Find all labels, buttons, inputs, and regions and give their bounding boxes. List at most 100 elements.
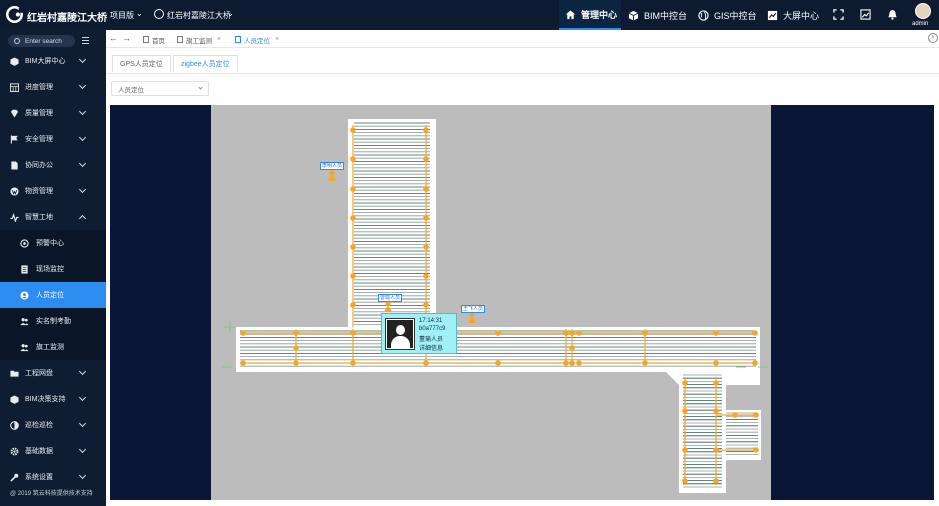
sidebar-item-label: 安全管理 [25,136,53,143]
bell-icon[interactable] [887,9,898,20]
tab-personnel-location[interactable]: 人员定位 × [231,32,284,47]
cube-icon [10,394,19,404]
search-icon [14,38,20,44]
nav-management-center[interactable]: 管理中心 [559,0,621,30]
sidebar-item-label: 进度管理 [25,84,53,91]
nav-label: GIS中控台 [714,10,757,21]
nav-bim-console[interactable]: BIM中控台 [628,0,687,30]
chevron-down-icon [78,419,87,428]
wrench-icon [10,473,19,482]
copyright-text: @ 2019 筑云科技提供技术支持 [10,491,93,497]
tab-label: 首页 [152,37,165,45]
person-marker-label[interactable]: 王飞人员 [461,305,486,313]
sidebar: Enter search BIM大屏中心 进度管理 质量管理 安全管理 协同办公… [0,30,106,506]
person-info-popup[interactable]: 17:14:31 b0a777c9 董瑜人员 详细信息 [381,313,457,354]
sidebar-item-quality[interactable]: 质量管理 [0,100,106,126]
sidebar-item-collab[interactable]: 协同办公 [0,152,106,178]
sidebar-subitem-worker-monitor[interactable]: 旗工监测 [0,334,106,360]
nav-big-screen-center[interactable]: 大屏中心 [767,0,819,30]
gear-icon [10,447,19,455]
nav-gis-console[interactable]: GIS中控台 [698,0,757,30]
location-type-select[interactable]: 人员定位 [111,81,209,96]
project-name-select[interactable]: 红岩村嘉陵江大桥 [167,10,231,21]
close-icon[interactable]: × [217,36,221,43]
avatar[interactable] [915,3,931,19]
sidebar-subitem-label: 人员定位 [36,292,64,299]
chevron-down-icon [78,159,87,168]
sidebar-item-materials[interactable]: 物资管理 [0,178,106,204]
tab-bar: ← → 首页 旗工监测 × 人员定位 × × [106,30,939,48]
flag-icon [10,134,18,144]
sidebar-subitem-personnel-location[interactable]: 人员定位 [0,282,106,308]
tab-label: 人员定位 [244,37,270,45]
close-all-tabs-icon[interactable]: × [928,33,938,43]
cube-icon [628,10,639,21]
subtab-bar: GPS人员定位 zigbee人员定位 [106,50,939,74]
home-icon [565,9,576,19]
chevron-down-icon [78,107,87,116]
sidebar-item-inspection[interactable]: 巡检巡检 [0,412,106,438]
tab-gps-location[interactable]: GPS人员定位 [112,55,171,72]
close-icon[interactable]: × [275,36,279,43]
tab-worker-monitor[interactable]: 旗工监测 × [173,32,225,47]
sidebar-item-bim-decision[interactable]: BIM决策支持 [0,386,106,412]
search-placeholder: Enter search [25,37,62,45]
sidebar-item-cloud-drive[interactable]: 工程网盘 [0,360,106,386]
chart-screen-icon [767,10,778,20]
top-bar: 红岩村嘉陵江大桥 项目版 ⌄ 红岩村嘉陵江大桥 ⌄ 管理中心 BIM中控台 GI… [0,0,939,30]
forward-arrow-icon[interactable]: → [122,33,131,43]
popup-time: 17:14:31 [419,318,443,324]
pulse-icon [10,212,19,222]
person-marker-label[interactable]: 曾瑜人员 [378,294,403,302]
sidebar-item-progress[interactable]: 进度管理 [0,74,106,100]
sidebar-subitem-alarm-center[interactable]: 预警中心 [0,230,106,256]
project-icon [154,9,164,19]
nav-label: BIM中控台 [644,10,688,21]
chevron-down-icon[interactable]: ⌄ [227,9,234,18]
username-label[interactable]: admin [912,21,928,27]
tab-label: 旗工监测 [186,37,212,45]
menu-collapse-icon[interactable] [82,37,89,44]
sidebar-item-system-settings[interactable]: 系统设置 [0,464,106,490]
sidebar-item-smart-site[interactable]: 智慧工地 [0,204,106,230]
sidebar-subitem-site-monitor[interactable]: 现场监控 [0,256,106,282]
tab-home[interactable]: 首页 [139,32,169,47]
sidebar-item-label: 协同办公 [25,162,53,169]
location-map[interactable]: 李明人员 曾瑜人员 王飞人员 17:14:31 b0a777c9 董瑜人员 详细… [110,105,934,500]
project-version-select[interactable]: 项目版 [110,10,134,21]
chevron-down-icon [78,133,87,142]
app-title: 红岩村嘉陵江大桥 [27,13,107,24]
dashboard-chart-icon[interactable] [860,9,871,20]
chevron-down-icon [78,81,87,90]
sidebar-item-label: 系统设置 [25,474,53,481]
sidebar-item-bim-screen[interactable]: BIM大屏中心 [0,48,106,74]
page-icon [143,36,149,43]
cube-icon [10,56,19,66]
back-arrow-icon[interactable]: ← [109,33,118,43]
chevron-up-icon [78,214,87,223]
sidebar-item-base-data[interactable]: 基础数据 [0,438,106,464]
chevron-down-icon[interactable]: ⌄ [136,9,143,18]
diamond-icon [10,109,19,118]
sidebar-subitem-attendance[interactable]: 实名制考勤 [0,308,106,334]
page-icon [177,36,183,43]
list-icon [21,264,28,274]
popup-details-link[interactable]: 详细信息 [419,343,443,352]
floor-plan[interactable] [110,105,934,500]
sidebar-item-safety[interactable]: 安全管理 [0,126,106,152]
sidebar-item-label: BIM决策支持 [25,396,66,403]
sidebar-item-label: 工程网盘 [25,370,53,377]
nav-label: 管理中心 [581,9,618,20]
calendar-icon [10,82,19,92]
select-value: 人员定位 [118,86,144,94]
target-icon [20,238,29,248]
chevron-down-icon [78,471,87,480]
fullscreen-icon[interactable] [833,9,844,20]
sidebar-subitem-label: 现场监控 [36,266,64,273]
tab-zigbee-location[interactable]: zigbee人员定位 [173,55,238,72]
sidebar-subitem-label: 旗工监测 [36,344,64,351]
group-icon [20,317,29,325]
chevron-down-icon [78,55,87,64]
person-marker-label[interactable]: 李明人员 [320,162,345,170]
search-input[interactable]: Enter search [8,35,75,47]
